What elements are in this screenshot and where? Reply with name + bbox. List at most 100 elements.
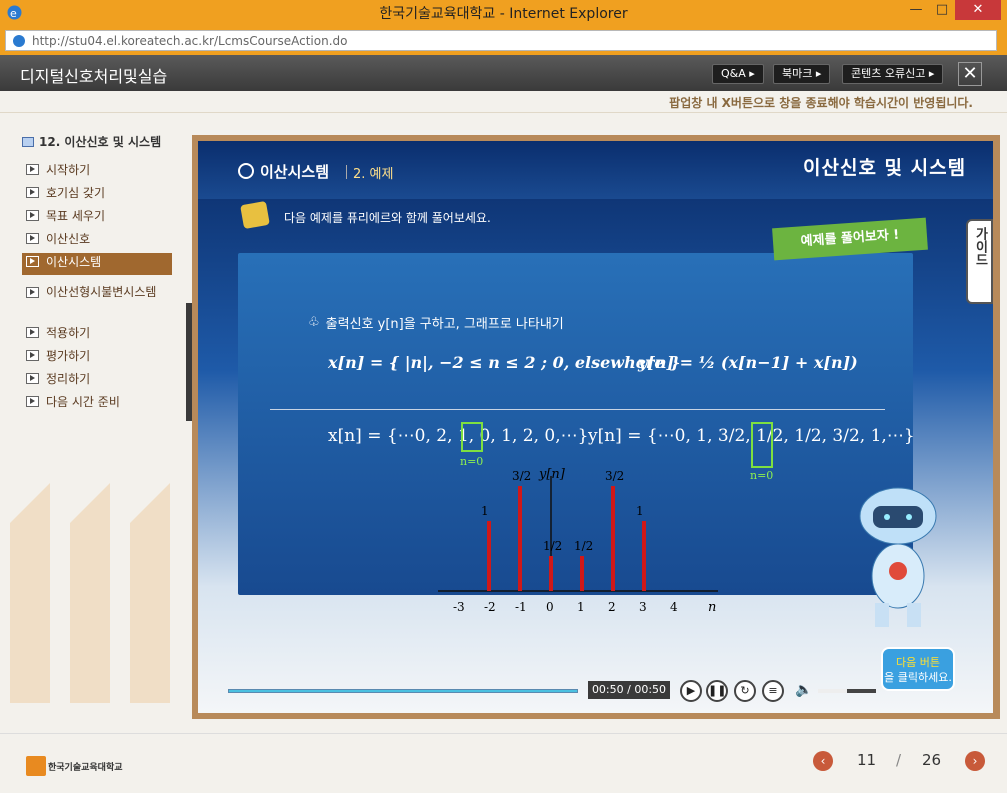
footer: 한국기술교육대학교 ‹ 11 / 26 › — [0, 733, 1007, 793]
sidebar: 12. 이산신호 및 시스템 시작하기 호기심 갖기 목표 세우기 이산신호 이… — [0, 113, 192, 733]
highlight-x0 — [461, 422, 483, 452]
menu-item-next-prep[interactable]: 다음 시간 준비 — [22, 393, 172, 416]
monitor-icon — [22, 136, 34, 147]
lesson-heading: 이산신호 및 시스템 — [803, 157, 967, 179]
url-field[interactable]: http://stu04.el.koreatech.ac.kr/LcmsCour… — [5, 30, 997, 51]
content-stage: 이산시스템 2. 예제 이산신호 및 시스템 다음 예제를 퓨리에르와 함께 풀… — [192, 135, 1000, 719]
logo-mark — [26, 756, 46, 776]
speaker-icon[interactable]: 🔈 — [795, 682, 812, 698]
data-label: 1 — [636, 504, 644, 518]
volume-fill — [818, 689, 847, 693]
course-header: 디지털신호처리및실습 Q&A ▸ 북마크 ▸ 콘텐츠 오류신고 ▸ ✕ — [0, 55, 1007, 91]
notice-text: 팝업창 내 X버튼으로 창을 종료해야 학습시간이 반영됩니다. — [669, 96, 973, 110]
data-label: 1 — [481, 504, 489, 518]
menu-item-start[interactable]: 시작하기 — [22, 161, 172, 184]
player-controls: 00:50 / 00:50 ▶ ❚❚ ↻ ≡ 🔈 — [198, 673, 993, 713]
play-icon — [26, 287, 39, 298]
stem-bar — [580, 556, 584, 591]
page-separator: / — [896, 751, 902, 769]
page-icon — [13, 34, 25, 47]
separator-line — [270, 409, 885, 410]
stem-plot: y[n] n -3 -2 1 -1 3/2 0 1/2 1 1/2 2 3/2 3 1 4 — [438, 467, 718, 615]
tick-label: 3 — [639, 600, 647, 614]
subsection-title: 2. 예제 — [353, 167, 394, 182]
n0-label-y: n=0 — [750, 469, 774, 482]
report-error-button[interactable]: 콘텐츠 오류신고 ▸ — [842, 64, 944, 84]
menu-item-curiosity[interactable]: 호기심 갖기 — [22, 184, 172, 207]
menu-item-evaluate[interactable]: 평가하기 — [22, 347, 172, 370]
menu-item-discrete-system[interactable]: 이산시스템 — [22, 253, 172, 275]
guide-tab[interactable]: 가이드 — [966, 219, 993, 304]
volume-slider[interactable] — [818, 689, 876, 693]
qa-button[interactable]: Q&A ▸ — [712, 64, 764, 84]
lesson-menu: 시작하기 호기심 갖기 목표 세우기 이산신호 이산시스템 이산선형시불변시스템… — [22, 161, 172, 416]
progress-bar[interactable] — [228, 689, 578, 693]
menu-item-lti-system[interactable]: 이산선형시불변시스템 — [22, 284, 172, 324]
highlight-y0 — [751, 422, 773, 468]
x-axis-label: n — [708, 600, 716, 615]
watermark-logo — [10, 483, 170, 703]
replay-button[interactable]: ↻ — [734, 680, 756, 702]
section-title: 이산시스템 — [260, 163, 330, 181]
play-icon — [26, 164, 39, 175]
play-icon — [26, 233, 39, 244]
tick-label: 0 — [546, 600, 554, 614]
tick-label: -1 — [515, 600, 527, 614]
course-title: 디지털신호처리및실습 — [20, 67, 168, 86]
menu-item-goals[interactable]: 목표 세우기 — [22, 207, 172, 230]
lesson-topbar: 이산시스템 2. 예제 이산신호 및 시스템 — [198, 141, 993, 199]
svg-text:e: e — [10, 7, 17, 20]
divider — [346, 165, 347, 179]
bookmark-button[interactable]: 북마크 ▸ — [773, 64, 831, 84]
sequence-x: x[n] = {⋯0, 2, 1, 0, 1, 2, 0,⋯} — [328, 426, 589, 446]
pause-button[interactable]: ❚❚ — [706, 680, 728, 702]
stem-bar — [549, 556, 553, 591]
maximize-button[interactable]: □ — [929, 0, 955, 20]
data-label: 3/2 — [512, 469, 531, 483]
data-label: 1/2 — [543, 539, 562, 553]
url-text: http://stu04.el.koreatech.ac.kr/LcmsCour… — [32, 33, 348, 48]
y-axis-label: y[n] — [538, 467, 566, 482]
play-icon — [26, 396, 39, 407]
play-icon — [26, 187, 39, 198]
play-icon — [26, 210, 39, 221]
time-display: 00:50 / 00:50 — [588, 681, 670, 699]
minimize-button[interactable]: — — [903, 0, 929, 20]
menu-item-discrete-signal[interactable]: 이산신호 — [22, 230, 172, 253]
data-label: 3/2 — [605, 469, 624, 483]
stem-bar — [642, 521, 646, 591]
tick-label: 4 — [670, 600, 678, 614]
ie-icon: e — [7, 5, 22, 20]
total-pages: 26 — [922, 751, 942, 769]
tick-label: -2 — [484, 600, 496, 614]
prev-page-button[interactable]: ‹ — [813, 751, 833, 771]
club-icon: ♧ — [308, 315, 320, 330]
window-titlebar: e 한국기술교육대학교 - Internet Explorer — □ ✕ — [0, 0, 1007, 25]
stem-bar — [487, 521, 491, 591]
notice-bar: 팝업창 내 X버튼으로 창을 종료해야 학습시간이 반영됩니다. — [0, 91, 1007, 113]
tick-label: 1 — [577, 600, 585, 614]
window-title: 한국기술교육대학교 - Internet Explorer — [379, 5, 628, 22]
school-logo: 한국기술교육대학교 — [26, 756, 123, 776]
close-course-button[interactable]: ✕ — [958, 62, 982, 86]
equation-x: x[n] = { |n|, −2 ≤ n ≤ 2 ; 0, elsewhere … — [328, 353, 681, 372]
menu-item-apply[interactable]: 적용하기 — [22, 324, 172, 347]
data-label: 1/2 — [574, 539, 593, 553]
menu-item-summary[interactable]: 정리하기 — [22, 370, 172, 393]
tick-label: 2 — [608, 600, 616, 614]
next-page-button[interactable]: › — [965, 751, 985, 771]
lesson-screen: 이산시스템 2. 예제 이산신호 및 시스템 다음 예제를 퓨리에르와 함께 풀… — [198, 141, 993, 713]
instruction-text: 다음 예제를 퓨리에르와 함께 풀어보세요. — [284, 211, 491, 225]
play-icon — [26, 256, 39, 267]
play-icon — [26, 373, 39, 384]
menu-button[interactable]: ≡ — [762, 680, 784, 702]
pencil-icon — [240, 200, 270, 230]
power-icon — [238, 163, 254, 179]
tick-label: -3 — [453, 600, 465, 614]
equation-y: y[n] = ½ (x[n−1] + x[n]) — [638, 353, 858, 372]
play-button[interactable]: ▶ — [680, 680, 702, 702]
stem-bar — [611, 486, 615, 591]
problem-statement: ♧ 출력신호 y[n]을 구하고, 그래프로 나타내기 — [308, 315, 564, 332]
window-close-button[interactable]: ✕ — [955, 0, 1001, 20]
robot-mascot — [859, 487, 937, 627]
